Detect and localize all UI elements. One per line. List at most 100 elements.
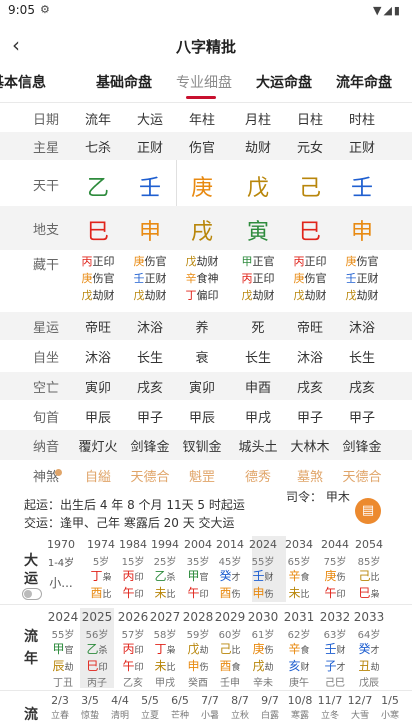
liunian-year[interactable]: 2028 <box>181 610 215 624</box>
hidden-stem-char: 戊 <box>185 255 197 268</box>
liuyue-date[interactable]: 3/5 <box>76 694 104 707</box>
liuyue-date[interactable]: 10/8 <box>286 694 314 707</box>
stem-char-tiangan: 壬 <box>350 176 373 201</box>
liunian-year[interactable]: 2032 <box>318 610 352 624</box>
liuyue-date[interactable]: 12/7 <box>346 694 374 707</box>
row-label-header: 日期 <box>32 113 59 128</box>
liunian-stem: 癸才 <box>358 642 380 656</box>
dayun-year[interactable]: 2034 <box>282 538 316 551</box>
liuyue-date[interactable]: 11/7 <box>316 694 344 707</box>
liunian-year[interactable]: 2031 <box>282 610 316 624</box>
dayun-first-name[interactable]: 小... <box>44 574 78 591</box>
shensha-info-icon[interactable] <box>55 469 62 476</box>
liunian-year[interactable]: 2033 <box>352 610 386 624</box>
dayun-branch: 午印 <box>187 586 209 600</box>
tab-basic-info[interactable]: 基本信息 <box>0 72 46 92</box>
tab-bar: 基本信息 基础命盘 专业细盘 大运命盘 流年命盘 <box>0 66 412 100</box>
liunian-year[interactable]: 2026 <box>116 610 150 624</box>
hidden-stem-god: 正官 <box>252 255 275 268</box>
cell-kongwang: 申酉 <box>244 381 271 396</box>
dayun-year[interactable]: 2044 <box>318 538 352 551</box>
cell-shensha: 自縊 <box>84 470 111 485</box>
liuyue-date[interactable]: 2/3 <box>46 694 74 707</box>
siling-text: 司令： 甲木 <box>286 490 350 504</box>
dayun-age: 45岁 <box>218 557 242 568</box>
dayun-year[interactable]: 2054 <box>352 538 386 551</box>
liunian-stem: 甲官 <box>52 642 74 656</box>
liuyue-date[interactable]: 5/5 <box>136 694 164 707</box>
liunian-age: 56岁 <box>85 630 109 641</box>
liuyue-date[interactable]: 4/4 <box>106 694 134 707</box>
hidden-stem-god: 劫财 <box>144 289 167 302</box>
cell-kongwang: 戌亥 <box>136 381 163 396</box>
row-label-xingyun: 星运 <box>32 321 59 336</box>
liunian-xiaoyun: 甲戌 <box>155 678 175 689</box>
hidden-stem: 戊劫财 <box>72 288 124 304</box>
liuyue-date[interactable]: 9/7 <box>256 694 284 707</box>
hidden-stem-char: 庚 <box>133 255 145 268</box>
tab-dayun-chart[interactable]: 大运命盘 <box>256 72 312 92</box>
liunian-age: 64岁 <box>357 630 381 641</box>
row-label-nayin: 纳音 <box>32 440 59 455</box>
hidden-stem: 丙正印 <box>232 271 284 287</box>
liuyue-date[interactable]: 8/7 <box>226 694 254 707</box>
dayun-age: 65岁 <box>287 557 311 568</box>
row-dizhi: 地支 巳 申 戌 寅 巳 申 <box>0 206 412 250</box>
row-label-zizuo: 自坐 <box>32 351 59 366</box>
hidden-stem-god: 劫财 <box>92 289 115 302</box>
tab-basic-chart[interactable]: 基础命盘 <box>96 72 152 92</box>
liunian-year[interactable]: 2025 <box>80 610 114 624</box>
dayun-toggle[interactable] <box>22 588 42 600</box>
liunian-branch: 酉食 <box>219 659 241 673</box>
liunian-year[interactable]: 2024 <box>46 610 80 624</box>
tab-professional-chart[interactable]: 专业细盘 <box>176 72 232 92</box>
dayun-year[interactable]: 1984 <box>116 538 150 551</box>
cell-zhuxing: 七杀 <box>84 141 111 156</box>
dayun-first-age[interactable]: 1-4岁 <box>44 554 78 569</box>
hidden-stem: 戊劫财 <box>232 288 284 304</box>
hidden-stem: 戊劫财 <box>176 254 228 270</box>
liuyue-date[interactable]: 6/5 <box>166 694 194 707</box>
row-nayin: 纳音 覆灯火 剑锋金 钗钏金 城头土 大林木 剑锋金 <box>0 430 412 460</box>
dayun-age: 25岁 <box>153 557 177 568</box>
hidden-stem-god: 伤官 <box>144 255 167 268</box>
row-canggan: 藏干 丙正印 庚伤官 戊劫财 庚伤官 壬正财 戊劫财 戊劫财 辛食神 丁偏印 甲正官 丙正印 戊劫财 丙正… <box>0 252 412 310</box>
dayun-year[interactable]: 2014 <box>213 538 247 551</box>
dayun-first-year[interactable]: 1970 <box>44 538 78 551</box>
dayun-year[interactable]: 2024 <box>246 538 280 551</box>
liuyue-term: 大雪 <box>350 711 369 721</box>
hidden-stem-char: 戊 <box>81 289 93 302</box>
liuyue-date[interactable]: 7/7 <box>196 694 224 707</box>
cell-header: 月柱 <box>244 113 271 128</box>
hidden-stem-god: 劫财 <box>356 289 379 302</box>
tab-liunian-chart[interactable]: 流年命盘 <box>336 72 392 92</box>
liunian-branch: 子才 <box>324 659 346 673</box>
hidden-stem-char: 戊 <box>133 289 145 302</box>
page-title: 八字精批 <box>175 38 236 56</box>
liunian-stem: 壬财 <box>324 642 346 656</box>
dayun-stem: 己比 <box>358 569 380 583</box>
cell-shensha: 天德合 <box>130 470 170 485</box>
tabs-divider <box>0 102 412 103</box>
liunian-year[interactable]: 2027 <box>148 610 182 624</box>
liuyue-date[interactable]: 1/5 <box>376 694 404 707</box>
dayun-year[interactable]: 2004 <box>181 538 215 551</box>
dayun-year[interactable]: 1994 <box>148 538 182 551</box>
liunian-year[interactable]: 2029 <box>213 610 247 624</box>
qiyun-line: 起运：出生后 4 年 8 个月 11天 5 时起运 <box>24 498 245 512</box>
calendar-button[interactable]: ▤ <box>355 498 381 524</box>
liunian-year[interactable]: 2030 <box>246 610 280 624</box>
row-label-shensha: 神煞 <box>32 470 59 485</box>
hidden-stem-god: 劫财 <box>252 289 275 302</box>
dayun-year[interactable]: 1974 <box>84 538 118 551</box>
cell-xingyun: 养 <box>195 321 209 336</box>
hidden-stem: 庚伤官 <box>336 254 388 270</box>
liunian-xiaoyun: 己巳 <box>325 678 345 689</box>
cell-kongwang: 戌亥 <box>296 381 323 396</box>
cell-header: 年柱 <box>188 113 215 128</box>
liunian-branch: 辰劫 <box>52 659 74 673</box>
dayun-stem: 丁枭 <box>90 569 112 583</box>
liunian-stem: 己比 <box>219 642 241 656</box>
hidden-stem-char: 戊 <box>345 289 357 302</box>
liunian-label: 流年 <box>24 629 38 667</box>
